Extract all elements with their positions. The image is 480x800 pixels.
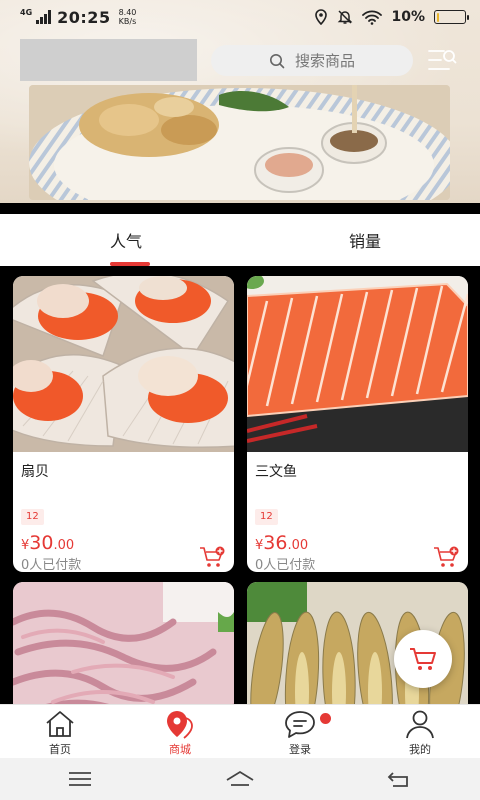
floating-cart-button[interactable]: [394, 630, 452, 688]
tab-popular-label: 人气: [110, 232, 143, 251]
mute-bell-icon: [338, 10, 353, 24]
search-bar[interactable]: 搜索商品: [211, 45, 413, 76]
nav-mine[interactable]: 我的: [360, 705, 480, 758]
home-icon: [46, 711, 74, 737]
nav-mine-label: 我的: [409, 743, 431, 756]
product-paid-count: 0人已付款: [255, 558, 316, 572]
signal-icon: [36, 10, 52, 24]
logo-placeholder: [20, 39, 197, 81]
product-tag: 12: [255, 509, 278, 525]
back-icon[interactable]: [385, 769, 415, 789]
product-paid-count: 0人已付款: [21, 558, 82, 572]
wifi-icon: [362, 10, 383, 25]
clock: 20:25: [57, 7, 111, 27]
product-name: 扇贝: [21, 464, 49, 480]
person-icon: [406, 710, 434, 739]
net-speed: 8.40 KB/s: [118, 8, 137, 26]
product-tag: 12: [21, 509, 44, 525]
nav-home[interactable]: 首页: [0, 705, 120, 758]
cart-icon: [410, 648, 436, 670]
system-nav-bar: [0, 758, 480, 800]
product-name: 三文鱼: [255, 464, 297, 480]
product-card[interactable]: 扇贝 12 ¥30.00 0人已付款: [13, 276, 234, 572]
product-card[interactable]: [13, 582, 234, 704]
network-type: 4G: [20, 7, 33, 17]
product-image-scallop: [13, 276, 234, 452]
add-to-cart-icon[interactable]: [433, 546, 459, 568]
location-icon: [315, 9, 328, 25]
product-price: ¥30.00: [21, 532, 75, 554]
banner-image[interactable]: [29, 85, 450, 200]
tab-popular[interactable]: 人气: [0, 214, 241, 266]
tab-sales-label: 销量: [349, 232, 382, 251]
menu-search-icon[interactable]: [427, 47, 457, 73]
product-price: ¥36.00: [255, 532, 309, 554]
nav-login[interactable]: 登录: [240, 705, 360, 758]
status-bar: 4G 20:25 8.40 KB/s 10%: [0, 0, 480, 34]
product-card[interactable]: 三文鱼 12 ¥36.00 0人已付款: [247, 276, 468, 572]
chat-bubble-icon: [285, 711, 315, 738]
home-button-icon[interactable]: [225, 769, 255, 789]
search-icon: [269, 53, 285, 68]
search-placeholder: 搜索商品: [294, 52, 355, 70]
hero-header: 4G 20:25 8.40 KB/s 10% 搜索商品: [0, 0, 480, 203]
battery-icon: [434, 10, 469, 24]
nav-shop[interactable]: 商城: [120, 705, 240, 758]
menu-icon[interactable]: [65, 769, 95, 789]
bottom-nav: 首页 商城 登录 我的: [0, 704, 480, 758]
nav-shop-label: 商城: [169, 743, 191, 756]
nav-login-label: 登录: [289, 743, 311, 756]
battery-percent: 10%: [391, 9, 425, 25]
nav-home-label: 首页: [49, 743, 71, 756]
product-image-salmon: [247, 276, 468, 452]
shop-location-icon: [167, 711, 193, 739]
sort-tabs: 人气 销量: [0, 214, 480, 266]
tab-sales[interactable]: 销量: [241, 214, 480, 266]
add-to-cart-icon[interactable]: [199, 546, 225, 568]
product-image-squid: [13, 582, 234, 704]
notification-dot: [320, 713, 331, 724]
banner-food-illustration: [29, 85, 450, 200]
